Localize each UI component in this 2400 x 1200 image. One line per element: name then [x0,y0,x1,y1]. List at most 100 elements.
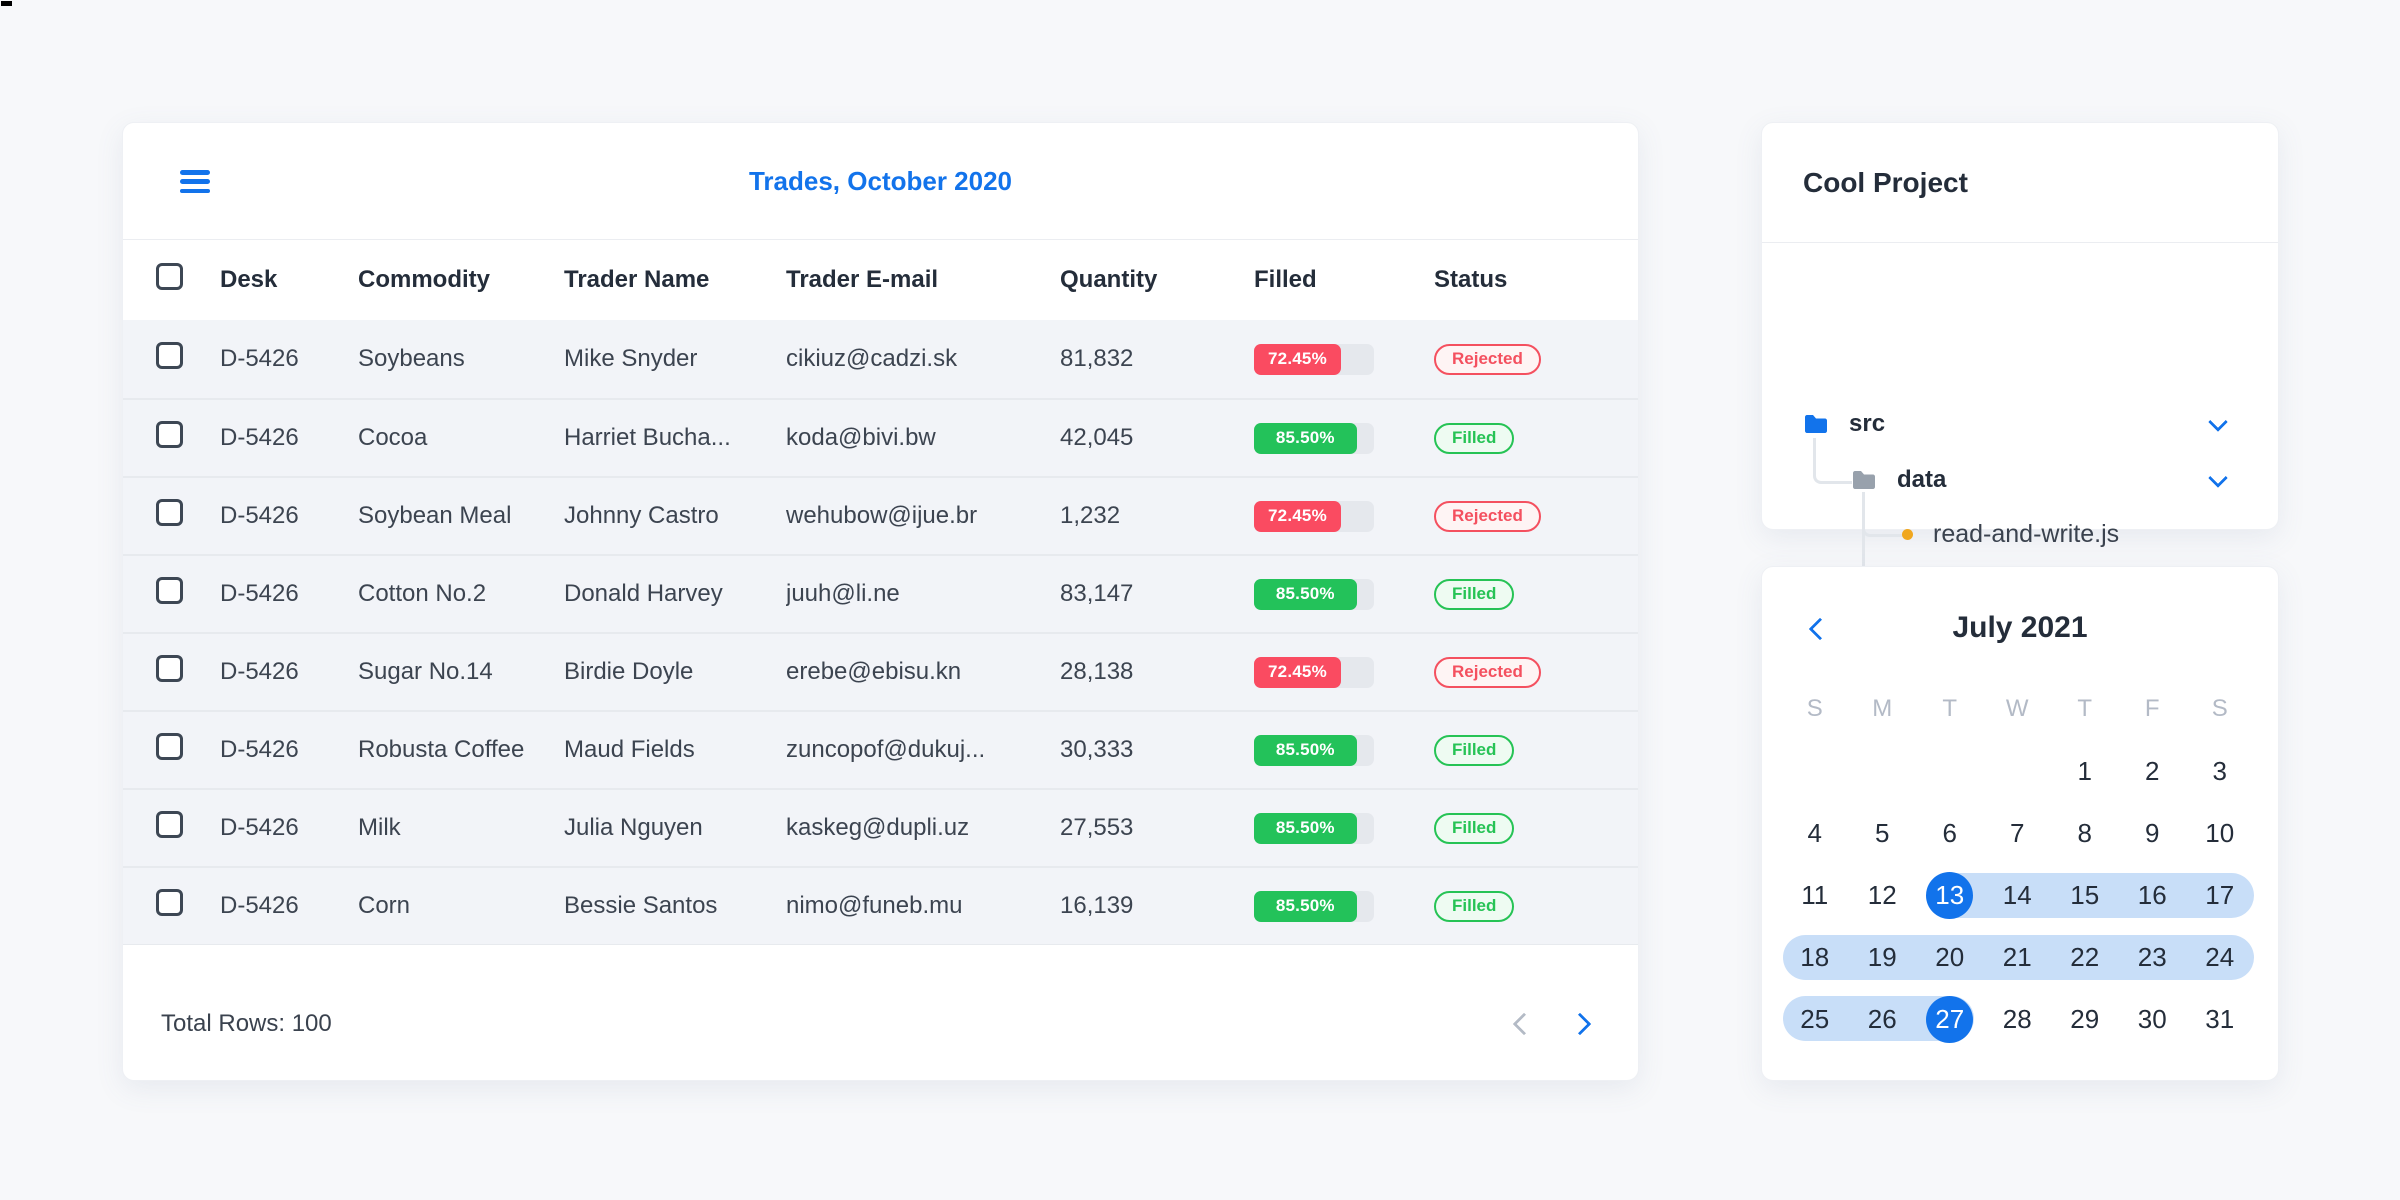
calendar-day[interactable]: 28 [1984,988,2052,1050]
row-checkbox[interactable] [156,577,183,604]
table-row[interactable]: D-5426 Soybeans Mike Snyder cikiuz@cadzi… [123,320,1638,398]
desk-cell: D-5426 [220,345,299,372]
filled-percentage-label: 72.45% [1268,349,1327,368]
calendar-day[interactable]: 4 [1781,802,1849,864]
calendar-day[interactable]: 25 [1781,988,1849,1050]
calendar-day-empty [1849,740,1917,802]
file-label: read-and-write.js [1933,519,2120,548]
calendar-day[interactable]: 1 [2051,740,2119,802]
table-row[interactable]: D-5426 Sugar No.14 Birdie Doyle erebe@eb… [123,632,1638,710]
quantity-cell: 1,232 [1060,502,1121,529]
table-row[interactable]: D-5426 Cocoa Harriet Bucha... koda@bivi.… [123,398,1638,476]
calendar-day[interactable]: 20 [1916,926,1984,988]
table-row[interactable]: D-5426 Corn Bessie Santos nimo@funeb.mu … [123,866,1638,944]
screen-artifact [1,1,12,6]
tree-item-file[interactable]: read-and-write.js [1762,512,2278,556]
commodity-cell: Robusta Coffee [358,736,525,763]
tree-item-src[interactable]: src [1762,402,2278,446]
status-badge: Filled [1434,812,1515,844]
filled-progress-bar: 85.50% [1254,812,1374,844]
calendar-day[interactable]: 21 [1984,926,2052,988]
desk-cell: D-5426 [220,424,299,451]
table-header-row: Desk Commodity Trader Name Trader E-mail… [123,240,1638,320]
table-row[interactable]: D-5426 Robusta Coffee Maud Fields zuncop… [123,710,1638,788]
desk-cell: D-5426 [220,658,299,685]
calendar-day[interactable]: 16 [2119,864,2187,926]
filled-percentage-label: 72.45% [1268,662,1327,681]
chevron-down-icon[interactable] [2208,468,2228,488]
row-checkbox[interactable] [156,499,183,526]
row-checkbox[interactable] [156,733,183,760]
quantity-cell: 30,333 [1060,736,1134,763]
column-header-status: Status [1434,266,1508,293]
table-row[interactable]: D-5426 Soybean Meal Johnny Castro wehubo… [123,476,1638,554]
calendar-day[interactable]: 26 [1849,988,1917,1050]
table-row[interactable]: D-5426 Cotton No.2 Donald Harvey juuh@li… [123,554,1638,632]
column-header-quantity: Quantity [1060,266,1158,293]
total-rows-label: Total Rows: 100 [161,1009,332,1037]
calendar-day[interactable]: 24 [2186,926,2254,988]
previous-page-icon[interactable] [1512,1012,1536,1035]
calendar-day[interactable]: 31 [2186,988,2254,1050]
row-checkbox[interactable] [156,342,183,369]
quantity-cell: 27,553 [1060,814,1134,841]
calendar-day[interactable]: 18 [1781,926,1849,988]
calendar-day[interactable]: 11 [1781,864,1849,926]
calendar-day[interactable]: 23 [2119,926,2187,988]
calendar-day[interactable]: 30 [2119,988,2187,1050]
filled-progress-fill: 72.45% [1254,656,1341,688]
select-all-checkbox[interactable] [156,263,183,290]
trader-email-cell: koda@bivi.bw [786,424,936,451]
calendar-day[interactable]: 15 [2051,864,2119,926]
calendar-day[interactable]: 3 [2186,740,2254,802]
quantity-cell: 28,138 [1060,658,1134,685]
row-checkbox[interactable] [156,811,183,838]
pagination [1512,1012,1592,1035]
commodity-cell: Cotton No.2 [358,580,487,607]
tree-item-data[interactable]: data [1762,458,2278,502]
filled-progress-fill: 85.50% [1254,422,1357,454]
file-dot-icon [1902,528,1913,540]
calendar-day[interactable]: 17 [2186,864,2254,926]
commodity-cell: Sugar No.14 [358,658,493,685]
calendar-day[interactable]: 2 [2119,740,2187,802]
row-checkbox[interactable] [156,421,183,448]
table-row[interactable]: D-5426 Milk Julia Nguyen kaskeg@dupli.uz… [123,788,1638,866]
calendar-day[interactable]: 7 [1984,802,2052,864]
table-body: D-5426 Soybeans Mike Snyder cikiuz@cadzi… [123,320,1638,944]
calendar-day[interactable]: 9 [2119,802,2187,864]
calendar-day[interactable]: 8 [2051,802,2119,864]
calendar-day[interactable]: 27 [1916,988,1984,1050]
calendar-day[interactable]: 12 [1849,864,1917,926]
calendar-day[interactable]: 19 [1849,926,1917,988]
desk-cell: D-5426 [220,892,299,919]
column-header-commodity: Commodity [358,266,490,293]
filled-progress-fill: 72.45% [1254,343,1341,375]
calendar-day[interactable]: 6 [1916,802,1984,864]
day-of-week-label: W [2005,695,2029,722]
trader-name-cell: Johnny Castro [564,502,719,529]
calendar-day[interactable]: 29 [2051,988,2119,1050]
calendar-day[interactable]: 13 [1916,864,1984,926]
trader-name-cell: Harriet Bucha... [564,424,731,451]
previous-month-icon[interactable] [1808,617,1832,641]
calendar-day[interactable]: 10 [2186,802,2254,864]
row-checkbox[interactable] [156,889,183,916]
day-of-week-label: M [1872,695,1893,722]
quantity-cell: 83,147 [1060,580,1134,607]
status-badge: Filled [1434,890,1515,922]
column-header-trader-email: Trader E-mail [786,266,939,293]
folder-icon [1805,415,1827,433]
row-checkbox[interactable] [156,655,183,682]
trader-email-cell: zuncopof@dukuj... [786,736,986,763]
chevron-down-icon[interactable] [2208,412,2228,432]
status-badge: Rejected [1434,656,1541,688]
filled-progress-fill: 85.50% [1254,812,1357,844]
calendar-day[interactable]: 22 [2051,926,2119,988]
next-page-icon[interactable] [1568,1012,1592,1035]
filled-progress-bar: 85.50% [1254,890,1374,922]
hamburger-menu-icon[interactable] [180,170,210,193]
calendar-day[interactable]: 5 [1849,802,1917,864]
calendar-day[interactable]: 14 [1984,864,2052,926]
commodity-cell: Milk [358,814,401,841]
